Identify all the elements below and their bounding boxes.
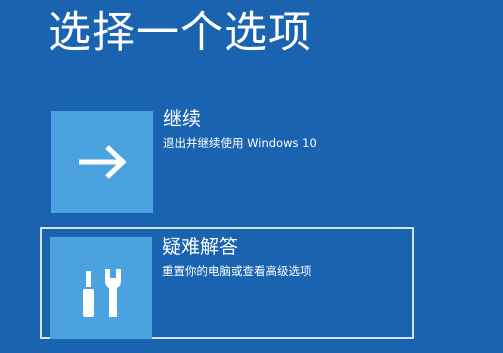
troubleshoot-label: 疑难解答 xyxy=(162,236,239,258)
troubleshoot-tile[interactable] xyxy=(50,237,152,339)
arrow-right-icon xyxy=(79,145,127,179)
continue-label: 继续 xyxy=(163,108,202,130)
troubleshoot-description: 重置你的电脑或查看高级选项 xyxy=(162,264,312,278)
troubleshoot-option[interactable]: 疑难解答 重置你的电脑或查看高级选项 xyxy=(40,227,414,339)
continue-tile[interactable] xyxy=(51,111,153,213)
page-title: 选择一个选项 xyxy=(48,8,312,58)
recovery-screen: 选择一个选项 继续 退出并继续使用 Windows 10 疑难解答 重置你的电脑… xyxy=(0,0,503,353)
continue-option[interactable]: 继续 退出并继续使用 Windows 10 xyxy=(40,102,414,214)
tools-icon xyxy=(83,269,121,317)
continue-description: 退出并继续使用 Windows 10 xyxy=(163,136,317,150)
